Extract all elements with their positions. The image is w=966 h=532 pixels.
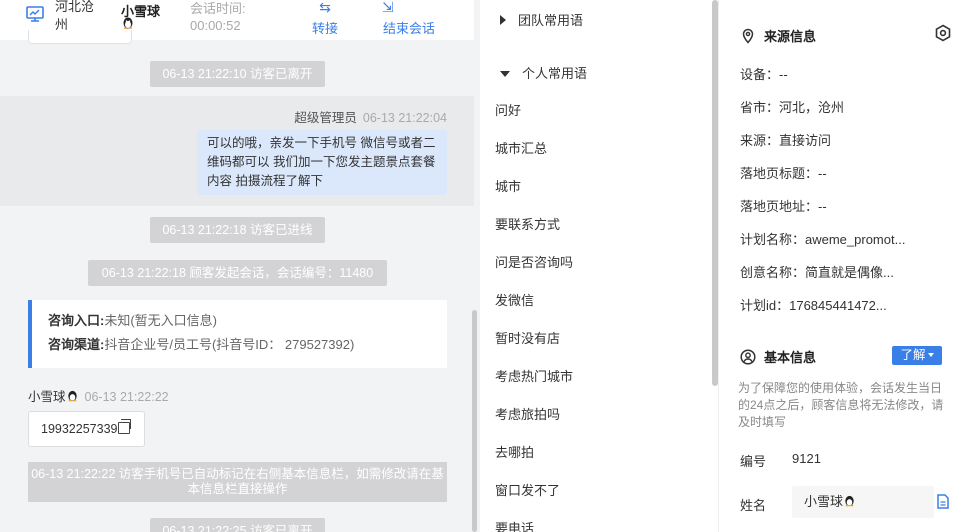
settings-hex-icon[interactable] — [934, 24, 952, 42]
exit-icon: ⇲ — [382, 0, 394, 15]
location-pin-icon — [742, 28, 754, 44]
customer-phone: 19932257339 — [41, 422, 118, 436]
field-plan-id: 计划id：176845441472... — [740, 298, 887, 313]
chat-panel: 河北沧州 小雪球 会话时间: 00:00:52 ⇆ 转接 ⇲ 结束会话 06-1… — [0, 0, 480, 532]
consult-info-card: 咨询入口:未知(暂无入口信息) 咨询渠道:抖音企业号/员工号(抖音号ID： 27… — [28, 300, 447, 368]
caret-right-icon — [500, 15, 506, 25]
field-creative-name: 创意名称：简直就是偶像... — [740, 265, 894, 280]
transfer-icon: ⇆ — [319, 0, 331, 15]
basic-info-title: 基本信息 — [740, 347, 816, 366]
system-message: 06-13 21:22:10 访客已离开 — [150, 61, 325, 87]
phrase-item[interactable]: 暂时没有店 — [495, 328, 560, 347]
message-card-stub — [28, 30, 132, 44]
visitor-location: 河北沧州 — [55, 0, 95, 32]
user-circle-icon — [740, 349, 756, 365]
learn-more-button[interactable]: 了解 — [892, 346, 942, 365]
transfer-button[interactable]: ⇆ 转接 — [305, 0, 345, 37]
session-time-label: 会话时间: — [190, 1, 246, 16]
chat-scrollbar[interactable] — [472, 310, 477, 532]
phrase-item[interactable]: 问是否咨询吗 — [495, 252, 573, 271]
caret-down-icon — [927, 353, 934, 357]
end-session-button[interactable]: ⇲ 结束会话 — [378, 0, 440, 37]
phrase-item[interactable]: 去哪拍 — [495, 442, 534, 461]
field-landing-url: 落地页地址：-- — [740, 199, 827, 214]
document-icon[interactable] — [936, 494, 950, 509]
entry-value: 未知(暂无入口信息) — [104, 313, 218, 328]
channel-value: 抖音企业号/员工号(抖音号ID： 279527392) — [104, 337, 355, 352]
phrase-item[interactable]: 问好 — [495, 100, 521, 119]
field-device: 设备：-- — [740, 67, 788, 82]
customer-bubble: 19932257339 — [28, 411, 145, 447]
phrase-item[interactable]: 要电话 — [495, 518, 534, 532]
field-plan-name: 计划名称：aweme_promot... — [740, 232, 906, 247]
customer-time: 06-13 21:22:22 — [84, 390, 169, 404]
system-message: 06-13 21:22:18 访客已进线 — [150, 217, 325, 243]
system-message: 06-13 21:22:25 访客已离开 — [150, 518, 325, 532]
agent-name: 超级管理员 — [294, 111, 357, 125]
qq-penguin-icon — [67, 390, 77, 402]
copy-icon[interactable] — [118, 419, 132, 434]
group-personal-phrases[interactable]: 个人常用语 — [500, 63, 587, 82]
field-landing-title: 落地页标题：-- — [740, 166, 827, 181]
id-value: 9121 — [792, 451, 821, 466]
phrase-item[interactable]: 窗口发不了 — [495, 480, 560, 499]
entry-label: 咨询入口: — [48, 313, 105, 328]
field-source: 来源：直接访问 — [740, 133, 832, 148]
phrase-item[interactable]: 考虑旅拍吗 — [495, 404, 560, 423]
phrase-item[interactable]: 发微信 — [495, 290, 534, 309]
agent-bubble: 可以的哦，亲发一下手机号 微信号或者二维码都可以 我们加一下您发主题景点套餐内容… — [197, 130, 447, 195]
caret-down-icon — [500, 71, 510, 77]
customer-meta: 小雪球 06-13 21:22:22 — [28, 386, 169, 405]
qq-penguin-icon — [845, 495, 854, 507]
edit-notice: 为了保障您的使用体验，会话发生当日的24点之后，顾客信息将无法修改，请及时填写 — [738, 381, 944, 429]
phrase-item[interactable]: 要联系方式 — [495, 214, 560, 233]
phrase-item[interactable]: 城市汇总 — [495, 138, 547, 157]
channel-label: 咨询渠道: — [48, 337, 105, 352]
agent-message: 超级管理员 06-13 21:22:04 可以的哦，亲发一下手机号 微信号或者二维… — [0, 96, 474, 206]
customer-name: 小雪球 — [28, 390, 66, 404]
field-province: 省市：河北，沧州 — [740, 100, 845, 115]
session-time: 00:00:52 — [190, 18, 241, 33]
name-input[interactable]: 小雪球 — [792, 486, 934, 518]
monitor-icon — [26, 6, 44, 22]
system-message: 06-13 21:22:18 顾客发起会话，会话编号：11480 — [88, 260, 387, 286]
system-message: 06-13 21:22:22 访客手机号已自动标记在右侧基本信息栏，如需修改请在… — [28, 462, 447, 502]
group-team-phrases[interactable]: 团队常用语 — [500, 10, 583, 29]
qq-penguin-icon — [123, 17, 133, 29]
phrase-item[interactable]: 考虑热门城市 — [495, 366, 573, 385]
agent-time: 06-13 21:22:04 — [362, 111, 447, 125]
name-label: 姓名 — [740, 498, 767, 513]
phrase-item[interactable]: 城市 — [495, 176, 521, 195]
source-info-title: 来源信息 — [740, 26, 816, 45]
id-label: 编号 — [740, 454, 767, 469]
